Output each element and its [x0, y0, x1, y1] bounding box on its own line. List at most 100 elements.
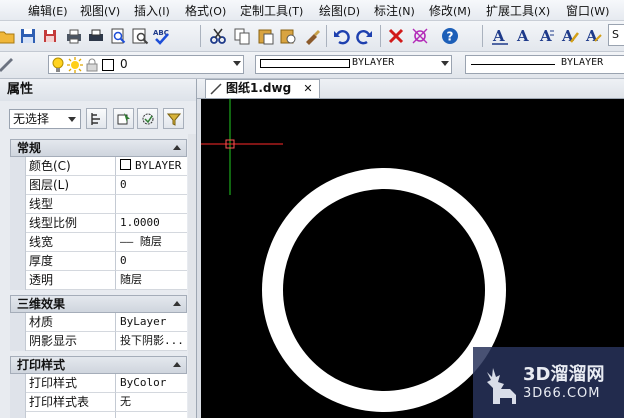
lineweight-preview	[471, 64, 555, 65]
menu-extension-tools[interactable]: 扩展工具(X)	[486, 2, 550, 19]
linetype-label: BYLAYER	[352, 57, 395, 68]
menu-window[interactable]: 窗口(W)	[566, 2, 609, 19]
section-3d-label: 三维效果	[17, 297, 66, 311]
menu-custom-tools[interactable]: 定制工具(T)	[240, 2, 303, 19]
save-as-icon[interactable]	[40, 26, 60, 46]
print-icon[interactable]	[86, 26, 106, 46]
toggle-pickadd-button[interactable]	[86, 108, 107, 129]
new-folder-icon[interactable]	[0, 26, 16, 46]
document-tab[interactable]: 图纸1.dwg ✕	[205, 79, 320, 98]
multiline-text-icon[interactable]: A	[537, 26, 557, 46]
properties-scrollbar[interactable]	[188, 134, 196, 418]
property-row-lineweight[interactable]: 线宽 —— 随层	[10, 233, 187, 252]
chevron-up-icon	[173, 301, 181, 306]
property-value[interactable]: 0	[116, 252, 187, 271]
properties-panel: 属性 无选择 常规 颜色(C) BYLAYER 图层(L) 0 线型 线型比例	[0, 79, 197, 418]
property-row-plot-style[interactable]: 打印样式 ByColor	[10, 374, 187, 393]
toolbar-separator	[326, 25, 327, 47]
property-value[interactable]: 投下阴影...	[116, 332, 187, 351]
delete-icon[interactable]	[386, 26, 406, 46]
text-find-icon[interactable]: A	[584, 26, 604, 46]
property-value[interactable]: ByColor	[116, 374, 187, 393]
property-label: 透明	[26, 271, 116, 290]
section-print-style[interactable]: 打印样式	[10, 356, 187, 374]
menu-edit-key: (E)	[52, 5, 68, 18]
menu-edit[interactable]: 编辑(E)	[28, 2, 68, 19]
selection-combo[interactable]: 无选择	[9, 109, 81, 129]
menu-format-key: (O)	[209, 5, 227, 18]
property-label: 打印样式表	[26, 393, 116, 412]
menu-view[interactable]: 视图(V)	[80, 2, 120, 19]
find-icon[interactable]	[130, 26, 150, 46]
copy-icon[interactable]	[232, 26, 252, 46]
property-value[interactable]	[116, 195, 187, 214]
watermark-url: 3D66.COM	[523, 386, 601, 401]
quick-select-button[interactable]	[137, 108, 158, 129]
chevron-down-icon	[441, 61, 449, 66]
filter-button[interactable]	[163, 108, 184, 129]
menu-insert[interactable]: 插入(I)	[134, 2, 170, 19]
quick-select-icon	[142, 113, 153, 124]
property-row-transparency[interactable]: 透明 随层	[10, 271, 187, 290]
property-value[interactable]: 1.0000	[116, 214, 187, 233]
text-style-icon[interactable]: A	[490, 26, 510, 46]
property-row-material[interactable]: 材质 ByLayer	[10, 313, 187, 332]
property-label: 打印样式	[26, 374, 116, 393]
menu-draw[interactable]: 绘图(D)	[319, 2, 360, 19]
help-icon[interactable]: ?	[440, 26, 460, 46]
spell-check-icon[interactable]: ABC	[152, 26, 172, 46]
close-icon[interactable]: ✕	[303, 82, 312, 95]
menu-view-key: (V)	[104, 5, 121, 18]
property-row-color[interactable]: 颜色(C) BYLAYER	[10, 157, 187, 176]
undo-icon[interactable]	[332, 26, 352, 46]
menu-dimension-key: (N)	[398, 5, 415, 18]
chevron-up-icon	[173, 145, 181, 150]
layer-combo[interactable]: 0	[48, 55, 244, 74]
menu-format[interactable]: 格式(O)	[185, 2, 226, 19]
paste-special-icon[interactable]	[278, 26, 298, 46]
menu-dimension[interactable]: 标注(N)	[374, 2, 415, 19]
text-style-combo[interactable]: S	[608, 24, 624, 46]
menu-modify[interactable]: 修改(M)	[429, 2, 471, 19]
menu-format-label: 格式	[185, 4, 210, 18]
menu-window-label: 窗口	[566, 4, 591, 18]
property-value[interactable]: ByLayer	[116, 313, 187, 332]
property-row-thickness[interactable]: 厚度 0	[10, 252, 187, 271]
linetype-combo[interactable]: BYLAYER	[255, 55, 452, 74]
select-objects-button[interactable]	[113, 108, 134, 129]
property-label: 线宽	[26, 233, 116, 252]
redo-icon[interactable]	[354, 26, 374, 46]
print-preview-icon[interactable]	[108, 26, 128, 46]
match-properties-icon[interactable]	[302, 26, 322, 46]
menu-custom-tools-label: 定制工具	[240, 4, 289, 18]
property-label: 颜色(C)	[26, 157, 116, 176]
property-row-shadow[interactable]: 阴影显示 投下阴影...	[10, 332, 187, 351]
property-row-linetype[interactable]: 线型	[10, 195, 187, 214]
layer-manager-icon[interactable]	[0, 55, 16, 75]
property-value[interactable]: 随层	[116, 271, 187, 290]
site-watermark: 3D溜溜网 3D66.COM	[473, 347, 624, 418]
property-value[interactable]: 0	[116, 176, 187, 195]
menu-modify-key: (M)	[453, 5, 472, 18]
paste-icon[interactable]	[256, 26, 276, 46]
section-general[interactable]: 常规	[10, 139, 187, 157]
pick-select-icon[interactable]	[410, 26, 430, 46]
save-icon[interactable]	[18, 26, 38, 46]
section-print-label: 打印样式	[17, 358, 66, 372]
plot-icon[interactable]	[64, 26, 84, 46]
property-row-layer[interactable]: 图层(L) 0	[10, 176, 187, 195]
section-3d-effects[interactable]: 三维效果	[10, 295, 187, 313]
property-value[interactable]: —— 随层	[116, 233, 187, 252]
row-gutter	[10, 271, 26, 290]
property-value[interactable]: 无	[116, 393, 187, 412]
chevron-down-icon	[233, 61, 241, 66]
text-edit-icon[interactable]: A	[514, 26, 534, 46]
layer-name-value: 0	[120, 57, 128, 71]
property-value-color[interactable]: BYLAYER	[116, 157, 187, 176]
property-row-linetype-scale[interactable]: 线型比例 1.0000	[10, 214, 187, 233]
lineweight-combo[interactable]: BYLAYER	[465, 55, 624, 74]
toolbar-separator	[482, 25, 483, 47]
cut-icon[interactable]	[208, 26, 228, 46]
property-row-plot-style-table[interactable]: 打印样式表 无	[10, 393, 187, 412]
text-pen-icon[interactable]: A	[560, 26, 580, 46]
